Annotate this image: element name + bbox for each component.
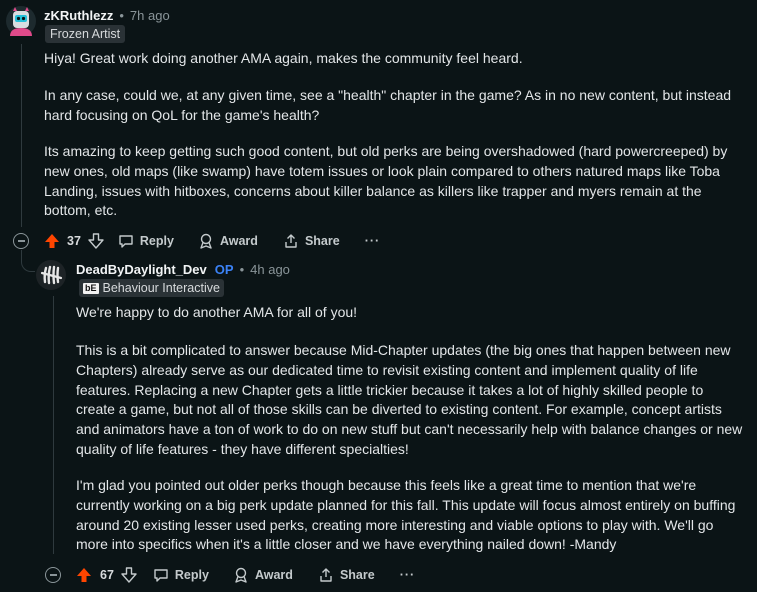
user-flair: bE Behaviour Interactive bbox=[79, 279, 224, 297]
award-label: Award bbox=[219, 234, 258, 248]
award-button[interactable]: Award bbox=[198, 233, 258, 249]
award-icon bbox=[200, 233, 212, 249]
user-flair: Frozen Artist bbox=[45, 25, 126, 43]
comment-paragraph: Its amazing to keep getting such good co… bbox=[44, 143, 728, 219]
share-icon bbox=[285, 234, 297, 248]
more-options-button[interactable]: ··· bbox=[365, 234, 381, 248]
behaviour-logo-icon: bE bbox=[83, 282, 99, 294]
collapse-button[interactable] bbox=[45, 567, 61, 583]
share-button[interactable]: Share bbox=[283, 233, 340, 249]
reply-label: Reply bbox=[139, 234, 174, 248]
reply-icon bbox=[154, 569, 168, 582]
username[interactable]: zKRuthlezz bbox=[44, 8, 113, 23]
user-flair-label: Behaviour Interactive bbox=[102, 281, 220, 295]
avatar[interactable] bbox=[6, 6, 36, 36]
comment-paragraph: I'm glad you pointed out older perks tho… bbox=[76, 477, 736, 553]
avatar[interactable] bbox=[36, 260, 66, 290]
downvote-icon[interactable] bbox=[88, 233, 104, 249]
timestamp[interactable]: 4h ago bbox=[250, 262, 290, 277]
more-options-button[interactable]: ··· bbox=[400, 568, 416, 582]
collapse-button[interactable] bbox=[13, 233, 29, 249]
share-icon bbox=[320, 568, 332, 582]
separator-dot: • bbox=[119, 8, 124, 23]
share-label: Share bbox=[304, 234, 340, 248]
downvote-icon[interactable] bbox=[121, 567, 137, 583]
comment-paragraph: This is a bit complicated to answer beca… bbox=[76, 342, 743, 457]
share-button[interactable]: Share bbox=[318, 567, 375, 583]
vote-count: 37 bbox=[67, 234, 81, 248]
comment-paragraph: In any case, could we, at any given time… bbox=[44, 87, 732, 123]
timestamp[interactable]: 7h ago bbox=[130, 8, 170, 23]
share-label: Share bbox=[339, 568, 375, 582]
reply-button[interactable]: Reply bbox=[153, 567, 209, 583]
comment-actions: 37 Reply Award Share ··· bbox=[44, 231, 380, 251]
thread-line-1[interactable] bbox=[21, 44, 22, 227]
comment-paragraph: We're happy to do another AMA for all of… bbox=[76, 304, 358, 320]
upvote-icon[interactable] bbox=[44, 233, 60, 249]
award-icon bbox=[235, 567, 247, 583]
thread-line-2[interactable] bbox=[53, 296, 54, 554]
upvote-icon[interactable] bbox=[76, 567, 92, 583]
reply-label: Reply bbox=[174, 568, 209, 582]
op-badge: OP bbox=[214, 262, 234, 277]
separator-dot: • bbox=[239, 262, 245, 277]
reply-icon bbox=[119, 235, 133, 248]
comment-header: zKRuthlezz • 7h ago bbox=[44, 8, 170, 23]
vote-count: 67 bbox=[100, 568, 114, 582]
comment-paragraph: Hiya! Great work doing another AMA again… bbox=[44, 50, 523, 66]
award-button[interactable]: Award bbox=[233, 567, 293, 583]
comment-header: DeadByDaylight_Dev OP • 4h ago bbox=[76, 262, 290, 277]
username[interactable]: DeadByDaylight_Dev bbox=[76, 262, 207, 277]
reply-button[interactable]: Reply bbox=[118, 233, 174, 249]
comment-actions: 67 Reply Award Share ··· bbox=[76, 565, 415, 585]
award-label: Award bbox=[254, 568, 293, 582]
thread-branch bbox=[21, 250, 35, 272]
